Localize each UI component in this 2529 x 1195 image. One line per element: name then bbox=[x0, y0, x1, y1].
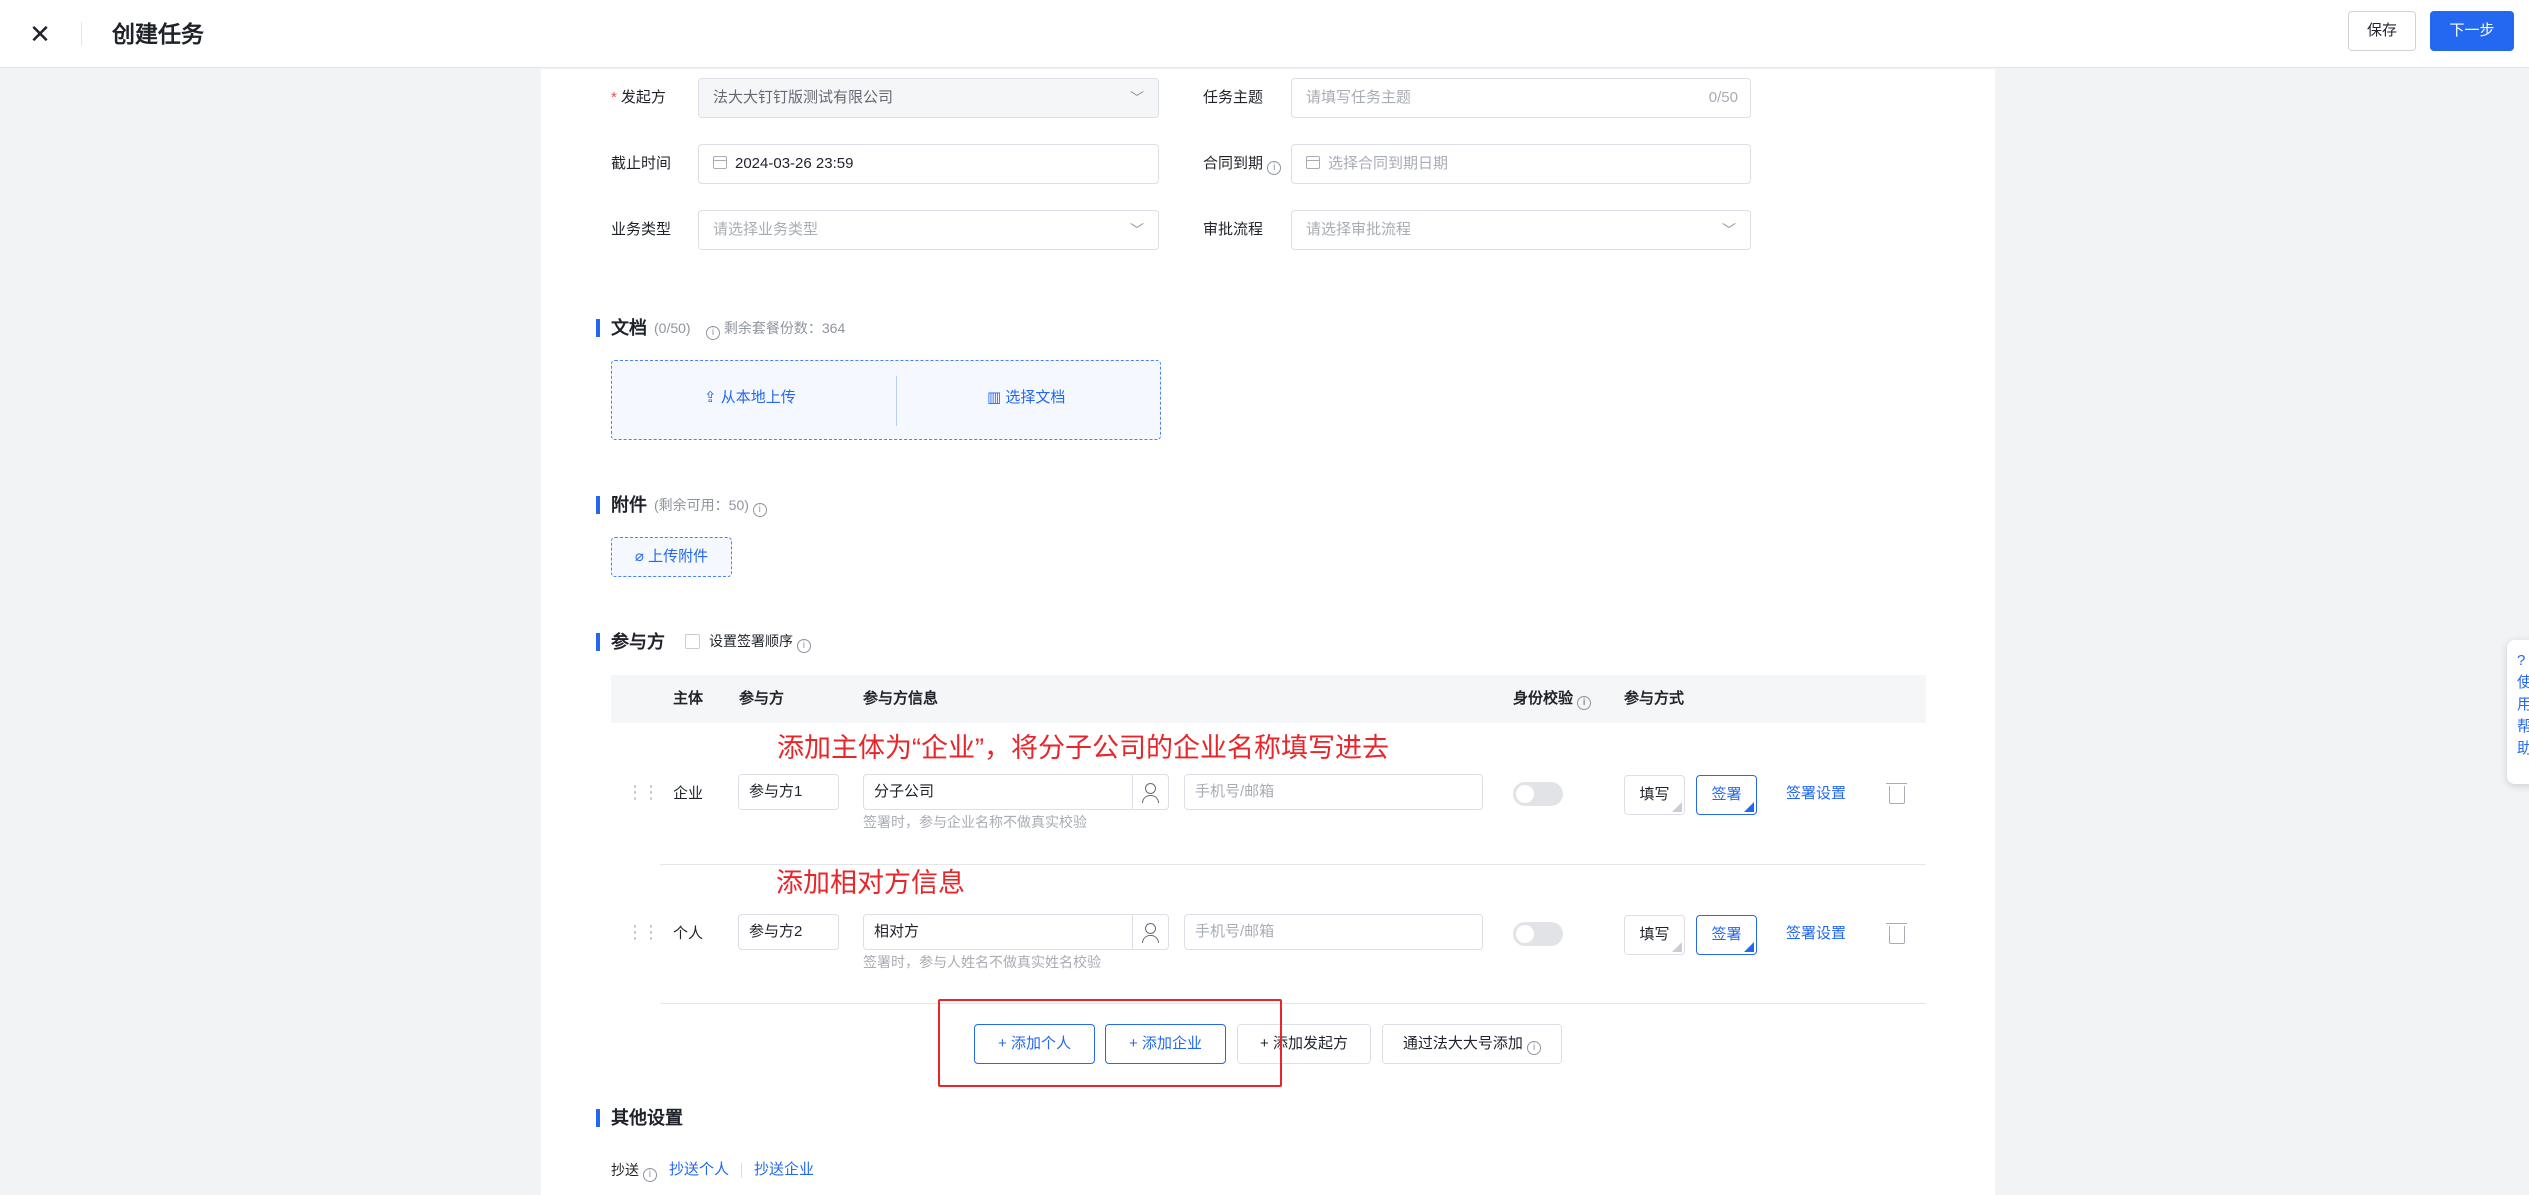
drag-handle-icon[interactable]: ⋮⋮ bbox=[626, 782, 660, 802]
documents-title: 文档 bbox=[611, 318, 647, 338]
page-title: 创建任务 bbox=[112, 21, 204, 47]
header-mode: 参与方式 bbox=[1624, 690, 1685, 707]
top-bar bbox=[0, 0, 2529, 68]
row-subject: 个人 bbox=[673, 925, 704, 942]
fill-mode-button[interactable]: 填写 bbox=[1624, 775, 1685, 815]
upload-icon: ⇪ bbox=[704, 389, 717, 406]
calendar-icon bbox=[713, 156, 727, 169]
divider bbox=[81, 22, 82, 46]
subject-input[interactable]: 请填写任务主题 0/50 bbox=[1291, 78, 1751, 118]
approval-label: 审批流程 bbox=[1203, 221, 1264, 238]
participants-title: 参与方 bbox=[611, 632, 665, 652]
row-subject: 企业 bbox=[673, 785, 704, 802]
info-icon: i bbox=[1527, 1041, 1542, 1055]
header-subject: 主体 bbox=[673, 690, 704, 707]
info-icon: i bbox=[1267, 161, 1282, 175]
sign-mode-button[interactable]: 签署 bbox=[1696, 775, 1757, 815]
row-divider bbox=[660, 864, 1926, 865]
info-icon: i bbox=[642, 1168, 657, 1182]
party-name-input[interactable]: 参与方2 bbox=[738, 914, 839, 950]
info-icon: i bbox=[706, 326, 720, 340]
divider bbox=[896, 376, 897, 426]
party-name-input[interactable]: 参与方1 bbox=[738, 774, 839, 810]
table-header bbox=[611, 675, 1926, 723]
select-document-button[interactable]: ▥ 选择文档 bbox=[987, 388, 1065, 408]
sign-order-checkbox[interactable] bbox=[685, 634, 700, 649]
chevron-down-icon: ﹀ bbox=[1130, 90, 1144, 106]
side-text: 帮 bbox=[2517, 718, 2529, 735]
upload-local-button[interactable]: ⇪ 从本地上传 bbox=[704, 388, 796, 408]
document-upload-area bbox=[611, 360, 1161, 440]
sign-settings-link[interactable]: 签署设置 bbox=[1786, 784, 1846, 804]
section-marker bbox=[596, 496, 600, 514]
info-icon: i bbox=[796, 639, 811, 653]
close-icon[interactable]: ✕ bbox=[20, 14, 60, 54]
chevron-down-icon: ﹀ bbox=[1722, 222, 1736, 238]
header-party: 参与方 bbox=[739, 690, 785, 707]
fill-mode-button[interactable]: 填写 bbox=[1624, 915, 1685, 955]
contact-picker-icon[interactable] bbox=[1132, 915, 1168, 949]
other-settings-title: 其他设置 bbox=[611, 1108, 683, 1128]
subject-counter: 0/50 bbox=[1708, 89, 1738, 106]
participant-name-input[interactable]: 相对方 bbox=[863, 914, 1169, 950]
biz-type-select[interactable]: 请选择业务类型 ﹀ bbox=[698, 210, 1159, 250]
sign-settings-link[interactable]: 签署设置 bbox=[1786, 924, 1846, 944]
chevron-down-icon: ﹀ bbox=[1130, 222, 1144, 238]
help-icon: ? bbox=[2517, 652, 2526, 669]
documents-remaining: i 剩余套餐份数：364 bbox=[706, 318, 845, 340]
initiator-select[interactable]: 法大大钉钉版测试有限公司 ﹀ bbox=[698, 78, 1159, 118]
highlight-box bbox=[938, 999, 1282, 1087]
sign-order-label: 设置签署顺序 i bbox=[709, 631, 811, 653]
biz-type-label: 业务类型 bbox=[611, 221, 672, 238]
trash-icon[interactable] bbox=[1886, 923, 1907, 944]
attachments-title: 附件 bbox=[611, 495, 647, 515]
help-float-panel[interactable]: ? 使 用 帮 助 bbox=[2507, 640, 2529, 784]
row-hint: 签署时，参与企业名称不做真实校验 bbox=[863, 814, 1087, 830]
side-text: 用 bbox=[2517, 696, 2529, 713]
participant-name-input[interactable]: 分子公司 bbox=[863, 774, 1169, 810]
contract-expiry-picker[interactable]: 选择合同到期日期 bbox=[1291, 144, 1751, 184]
approval-select[interactable]: 请选择审批流程 ﹀ bbox=[1291, 210, 1751, 250]
drag-handle-icon[interactable]: ⋮⋮ bbox=[626, 922, 660, 942]
add-via-fadada-button[interactable]: 通过法大大号添加 i bbox=[1382, 1024, 1562, 1064]
identity-toggle[interactable] bbox=[1513, 922, 1563, 946]
row-hint: 签署时，参与人姓名不做真实姓名校验 bbox=[863, 954, 1101, 970]
paperclip-icon: ⌀ bbox=[634, 548, 644, 565]
info-icon: i bbox=[1577, 696, 1592, 710]
cc-person-link[interactable]: 抄送个人 bbox=[669, 1160, 729, 1180]
cc-company-link[interactable]: 抄送企业 bbox=[754, 1160, 814, 1180]
cc-label: 抄送 i bbox=[611, 1160, 657, 1182]
header-info: 参与方信息 bbox=[863, 690, 939, 707]
sign-mode-button[interactable]: 签署 bbox=[1696, 915, 1757, 955]
deadline-label: 截止时间 bbox=[611, 155, 672, 172]
deadline-picker[interactable]: 2024-03-26 23:59 bbox=[698, 144, 1159, 184]
contact-picker-icon[interactable] bbox=[1132, 775, 1168, 809]
subject-label: 任务主题 bbox=[1203, 89, 1264, 106]
section-marker bbox=[596, 1109, 600, 1127]
grid-icon: ▥ bbox=[987, 389, 1002, 406]
header-identity: 身份校验 i bbox=[1513, 689, 1592, 710]
contact-input[interactable]: 手机号/邮箱 bbox=[1184, 774, 1483, 810]
trash-icon[interactable] bbox=[1886, 783, 1907, 804]
upload-attachment-button[interactable]: ⌀ 上传附件 bbox=[611, 537, 732, 577]
save-button[interactable]: 保存 bbox=[2348, 11, 2416, 51]
initiator-label: * 发起方 bbox=[611, 89, 666, 106]
section-marker bbox=[596, 319, 600, 337]
attachments-remaining: (剩余可用：50) i bbox=[654, 495, 767, 517]
section-marker bbox=[596, 633, 600, 651]
side-text: 使 bbox=[2517, 674, 2529, 691]
identity-toggle[interactable] bbox=[1513, 782, 1563, 806]
divider bbox=[741, 1163, 742, 1178]
calendar-icon bbox=[1306, 156, 1320, 169]
next-button[interactable]: 下一步 bbox=[2430, 11, 2514, 51]
side-text: 助 bbox=[2517, 740, 2529, 757]
info-icon: i bbox=[752, 503, 767, 517]
documents-count: (0/50) bbox=[654, 320, 691, 336]
contact-input[interactable]: 手机号/邮箱 bbox=[1184, 914, 1483, 950]
contract-expiry-label: 合同到期 i bbox=[1203, 154, 1282, 175]
annotation-company: 添加主体为“企业”，将分子公司的企业名称填写进去 bbox=[777, 733, 1389, 763]
row-divider bbox=[660, 1003, 1926, 1004]
annotation-counterparty: 添加相对方信息 bbox=[776, 868, 965, 898]
